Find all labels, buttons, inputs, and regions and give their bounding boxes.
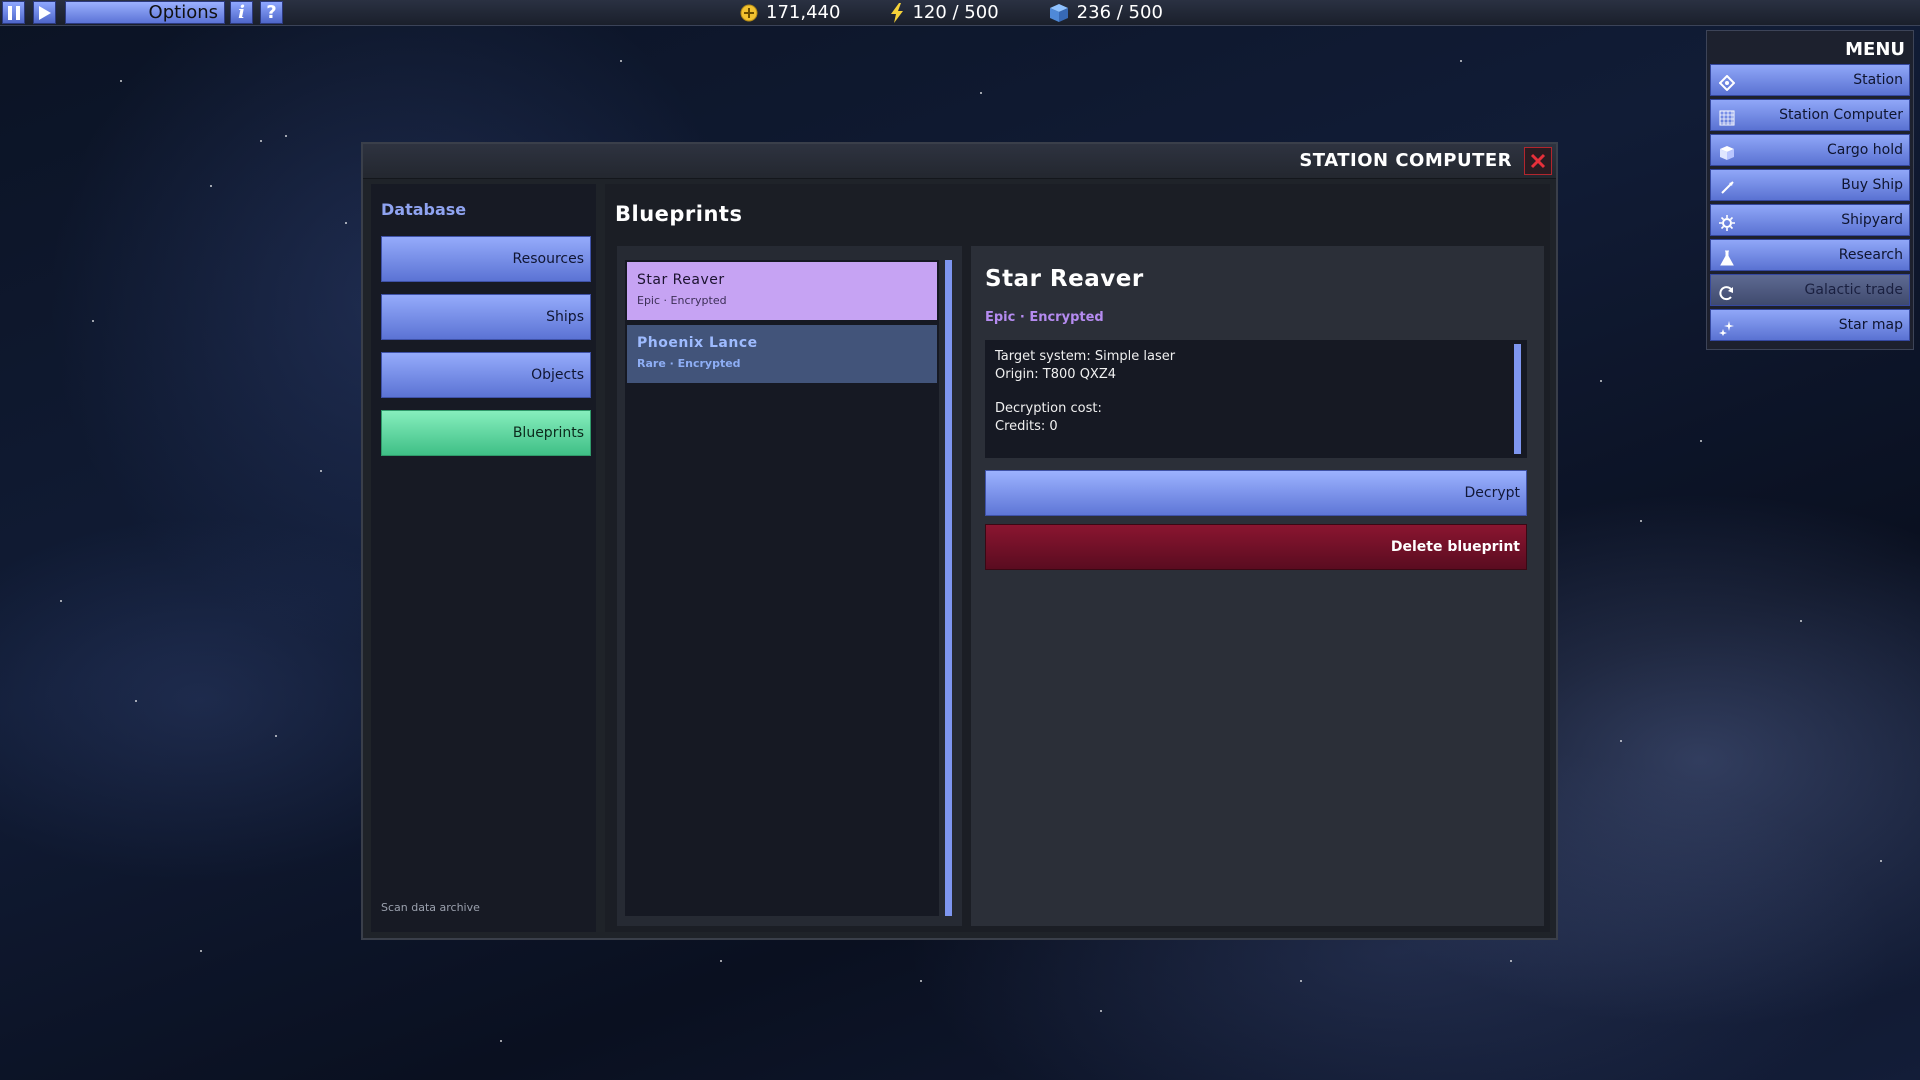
top-bar: Options i ? 171,440 120 / 500 236 / 500	[0, 0, 1920, 26]
pause-icon	[7, 5, 20, 20]
lightning-icon	[890, 2, 904, 23]
menu-item-label: Galactic trade	[1804, 282, 1903, 298]
close-button[interactable]	[1524, 147, 1552, 175]
page-title: Blueprints	[615, 202, 743, 226]
gear-icon	[1719, 212, 1735, 242]
menu-item-station[interactable]: Station	[1710, 64, 1910, 96]
info-scrollbar[interactable]	[1514, 344, 1521, 454]
window-title: STATION COMPUTER	[1299, 150, 1512, 171]
exchange-icon	[1719, 282, 1735, 312]
sidebar-heading: Database	[381, 200, 467, 219]
blueprint-list: Star Reaver Epic · Encrypted Phoenix Lan…	[625, 260, 939, 916]
menu-item-label: Cargo hold	[1827, 142, 1903, 158]
menu-item-label: Research	[1838, 247, 1903, 263]
play-icon	[38, 5, 51, 20]
blueprint-name: Star Reaver	[637, 272, 725, 288]
coin-icon	[740, 4, 758, 22]
menu-title: MENU	[1845, 39, 1905, 60]
menu-item-shipyard[interactable]: Shipyard	[1710, 204, 1910, 236]
decryption-cost-label: Decryption cost:	[995, 401, 1102, 416]
database-sidebar: Database Resources Ships Objects Bluepri…	[371, 184, 596, 932]
decryption-credits-text: Credits: 0	[995, 419, 1058, 434]
scan-archive-link[interactable]: Scan data archive	[381, 901, 480, 914]
credits-value: 171,440	[766, 2, 841, 23]
flask-icon	[1719, 247, 1735, 277]
grid-icon	[1719, 107, 1735, 137]
menu-item-galactic-trade[interactable]: Galactic trade	[1710, 274, 1910, 306]
pause-button[interactable]	[2, 1, 25, 24]
cube-icon	[1049, 3, 1069, 23]
target-system-text: Target system: Simple laser	[995, 349, 1176, 364]
blueprint-list-panel: Star Reaver Epic · Encrypted Phoenix Lan…	[617, 246, 962, 926]
blueprint-status: Rare · Encrypted	[637, 357, 741, 370]
credits-readout: 171,440	[740, 2, 840, 23]
menu-item-label: Shipyard	[1841, 212, 1903, 228]
blueprint-title: Star Reaver	[985, 266, 1144, 292]
list-item[interactable]: Star Reaver Epic · Encrypted	[627, 262, 937, 320]
cargo-readout: 236 / 500	[1049, 2, 1163, 23]
menu-item-cargo-hold[interactable]: Cargo hold	[1710, 134, 1910, 166]
options-button[interactable]: Options	[65, 1, 225, 24]
blueprint-info-box: Target system: Simple laser Origin: T800…	[985, 340, 1527, 458]
menu-item-label: Station Computer	[1779, 107, 1903, 123]
sidebar-item-resources[interactable]: Resources	[381, 236, 591, 282]
blueprint-name: Phoenix Lance	[637, 335, 758, 351]
menu-item-station-computer[interactable]: Station Computer	[1710, 99, 1910, 131]
blueprints-content: Blueprints Star Reaver Epic · Encrypted …	[605, 184, 1550, 932]
rocket-icon	[1719, 177, 1735, 207]
sidebar-item-blueprints[interactable]: Blueprints	[381, 410, 591, 456]
info-button[interactable]: i	[230, 1, 253, 24]
play-button[interactable]	[33, 1, 56, 24]
sidebar-item-objects[interactable]: Objects	[381, 352, 591, 398]
close-icon	[1530, 153, 1546, 169]
blueprint-detail-panel: Star Reaver Epic · Encrypted Target syst…	[971, 246, 1544, 926]
sidebar-item-ships[interactable]: Ships	[381, 294, 591, 340]
energy-readout: 120 / 500	[890, 2, 999, 23]
decrypt-button[interactable]: Decrypt	[985, 470, 1527, 516]
blueprint-rarity: Epic · Encrypted	[985, 310, 1104, 325]
menu-item-buy-ship[interactable]: Buy Ship	[1710, 169, 1910, 201]
list-scrollbar[interactable]	[945, 260, 952, 916]
menu-item-research[interactable]: Research	[1710, 239, 1910, 271]
origin-text: Origin: T800 QXZ4	[995, 367, 1117, 382]
cargo-value: 236 / 500	[1076, 2, 1163, 23]
energy-value: 120 / 500	[912, 2, 999, 23]
menu-item-label: Station	[1853, 72, 1903, 88]
list-item[interactable]: Phoenix Lance Rare · Encrypted	[627, 325, 937, 383]
station-computer-window: STATION COMPUTER Database Resources Ship…	[361, 142, 1558, 940]
delete-blueprint-button[interactable]: Delete blueprint	[985, 524, 1527, 570]
menu-item-label: Star map	[1838, 317, 1903, 333]
main-menu: MENU Station Station Computer Cargo hold…	[1706, 30, 1914, 350]
stars-icon	[1719, 317, 1735, 347]
menu-item-star-map[interactable]: Star map	[1710, 309, 1910, 341]
diamond-icon	[1718, 72, 1736, 102]
menu-item-label: Buy Ship	[1841, 177, 1903, 193]
help-button[interactable]: ?	[260, 1, 283, 24]
cube-icon	[1719, 142, 1735, 172]
window-title-bar[interactable]: STATION COMPUTER	[363, 144, 1556, 179]
resource-readout: 171,440 120 / 500 236 / 500	[740, 0, 1213, 25]
blueprint-status: Epic · Encrypted	[637, 294, 727, 307]
